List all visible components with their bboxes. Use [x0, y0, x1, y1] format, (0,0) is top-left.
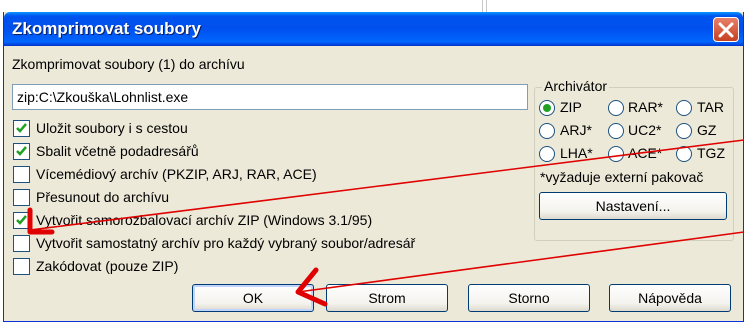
help-button[interactable]: Nápověda — [609, 284, 731, 312]
close-x-icon — [718, 22, 734, 38]
option-label: Vytvořit samorozbalovací archív ZIP (Win… — [36, 212, 373, 228]
dialog-title: Zkomprimovat soubory — [12, 19, 201, 38]
radio-tar[interactable] — [676, 100, 692, 116]
radio-tgz[interactable] — [676, 146, 692, 162]
radio-arj[interactable] — [539, 123, 555, 139]
radio-zip[interactable] — [539, 100, 555, 116]
radio-label: UC2* — [628, 122, 662, 138]
radio-label: ZIP — [560, 99, 582, 115]
option-checkbox[interactable] — [13, 143, 30, 160]
checkmark-icon — [16, 215, 27, 225]
radio-rar[interactable] — [608, 100, 624, 116]
archive-path-input[interactable]: zip:C:\Zkouška\Lohnlist.exe — [12, 84, 528, 110]
title-bar[interactable]: Zkomprimovat soubory — [4, 12, 743, 46]
radio-label: ARJ* — [560, 122, 592, 138]
radio-label: ACE* — [628, 145, 663, 161]
checkmark-icon — [16, 146, 27, 156]
option-label: Uložit soubory i s cestou — [36, 120, 188, 136]
ok-button[interactable]: OK — [192, 284, 314, 312]
checkmark-icon — [16, 123, 27, 133]
radio-uc2[interactable] — [608, 123, 624, 139]
external-packer-note: *vyžaduje externí pakovač — [540, 169, 704, 185]
cancel-button[interactable]: Storno — [468, 284, 590, 312]
radio-selected-dot — [543, 104, 551, 112]
radio-label: RAR* — [628, 99, 664, 115]
option-checkbox[interactable] — [13, 166, 30, 183]
option-checkbox[interactable] — [13, 258, 30, 275]
tree-button[interactable]: Strom — [326, 284, 448, 312]
radio-ace[interactable] — [608, 146, 624, 162]
option-checkbox[interactable] — [13, 235, 30, 252]
background-divider — [486, 0, 487, 12]
radio-label: TAR — [697, 99, 724, 115]
background-divider — [482, 0, 483, 12]
radio-label: TGZ — [697, 145, 725, 161]
background-area — [0, 0, 744, 12]
option-checkbox[interactable] — [13, 212, 30, 229]
header-label: Zkomprimovat soubory (1) do archívu — [12, 56, 245, 72]
option-checkbox[interactable] — [13, 189, 30, 206]
option-label: Sbalit včetně podadresářů — [36, 143, 199, 159]
radio-label: GZ — [697, 122, 717, 138]
settings-button[interactable]: Nastavení... — [539, 192, 727, 220]
option-checkbox[interactable] — [13, 120, 30, 137]
radio-gz[interactable] — [676, 123, 692, 139]
close-button[interactable] — [713, 17, 739, 42]
option-label: Přesunout do archívu — [36, 189, 170, 205]
compress-dialog: Zkomprimovat soubory Zkomprimovat soubor… — [3, 12, 744, 322]
radio-lha[interactable] — [539, 146, 555, 162]
option-label: Vícemédiový archív (PKZIP, ARJ, RAR, ACE… — [36, 166, 317, 182]
option-label: Vytvořit samostatný archív pro každý vyb… — [36, 235, 416, 251]
archiver-legend: Archivátor — [542, 78, 610, 94]
option-label: Zakódovat (pouze ZIP) — [36, 258, 179, 274]
radio-label: LHA* — [560, 145, 593, 161]
